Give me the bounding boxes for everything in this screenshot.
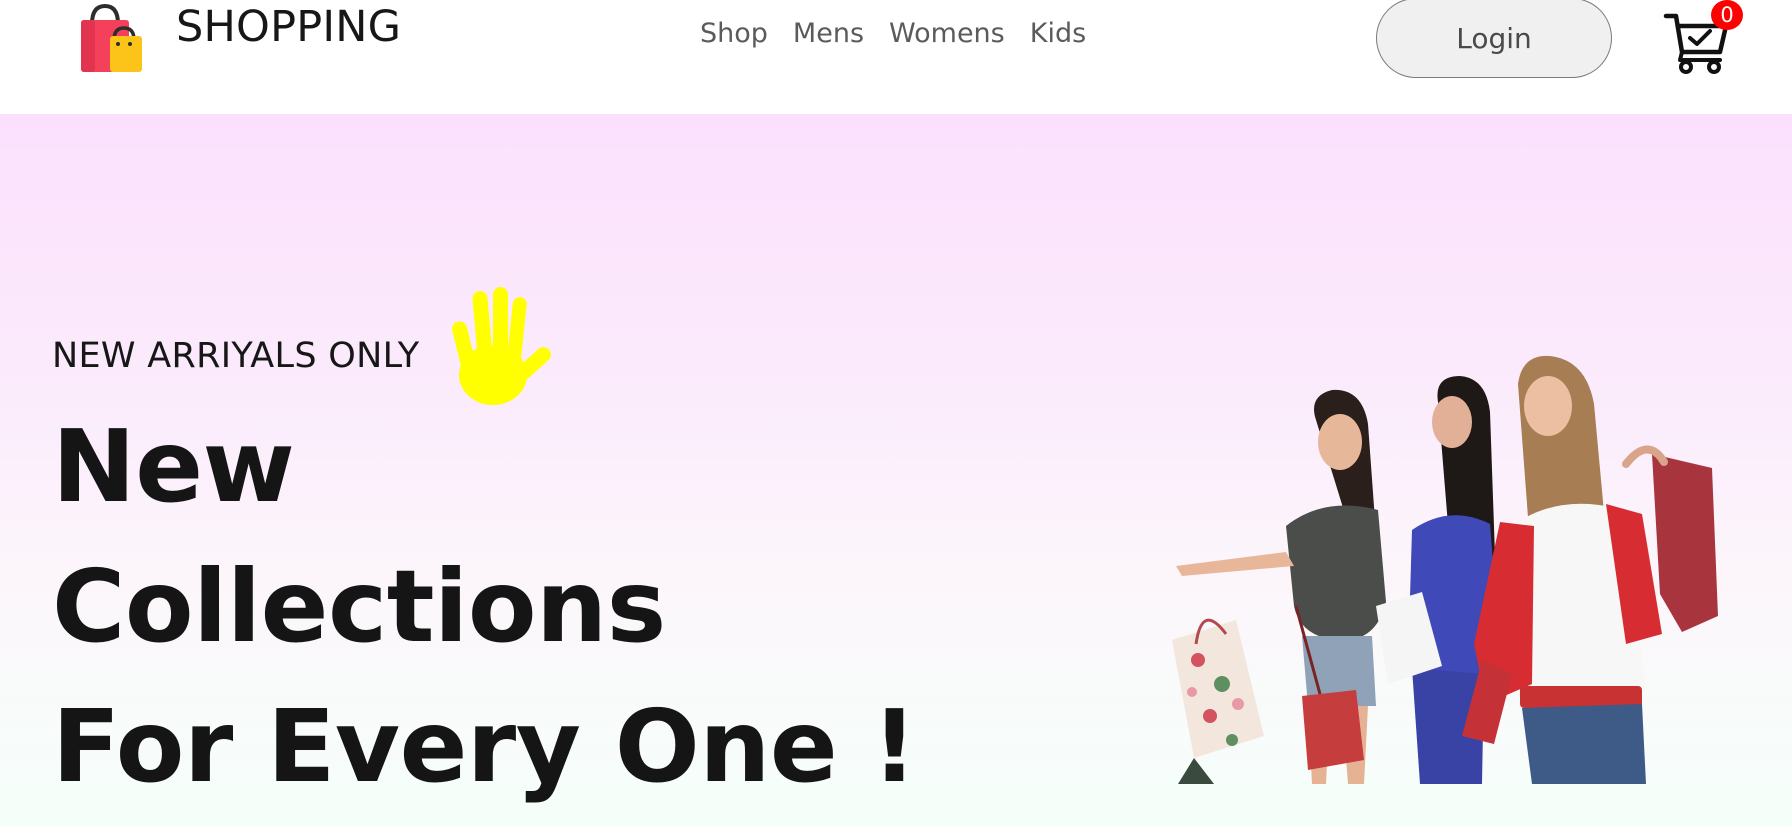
tagline-text: NEW ARRIYALS ONLY <box>52 336 420 376</box>
brand[interactable]: SHOPPING <box>78 0 401 76</box>
hand-wave-icon <box>452 287 552 405</box>
headline-line-1: New <box>52 408 295 525</box>
headline-line-2: Collections <box>52 548 666 665</box>
nav-item-womens[interactable]: Womens <box>889 18 1005 49</box>
brand-title: SHOPPING <box>176 2 402 52</box>
hero-section: NEW ARRIYALS ONLY New Collections For Ev… <box>0 114 1792 827</box>
shopping-women-photo <box>1172 355 1718 784</box>
nav-item-kids[interactable]: Kids <box>1030 18 1086 49</box>
nav-menu: Shop Mens Womens Kids <box>700 18 1086 49</box>
cart-count-badge: 0 <box>1711 0 1743 30</box>
tagline: NEW ARRIYALS ONLY <box>52 287 561 413</box>
nav-item-shop[interactable]: Shop <box>700 18 768 49</box>
headline-line-3: For Every One ! <box>52 688 917 805</box>
nav-item-mens[interactable]: Mens <box>793 18 864 49</box>
shopping-bags-icon <box>81 3 142 72</box>
navbar: SHOPPING Shop Mens Womens Kids Login 0 <box>0 0 1792 114</box>
login-button[interactable]: Login <box>1376 0 1612 78</box>
hero-headline: New Collections For Every One ! <box>52 397 917 817</box>
